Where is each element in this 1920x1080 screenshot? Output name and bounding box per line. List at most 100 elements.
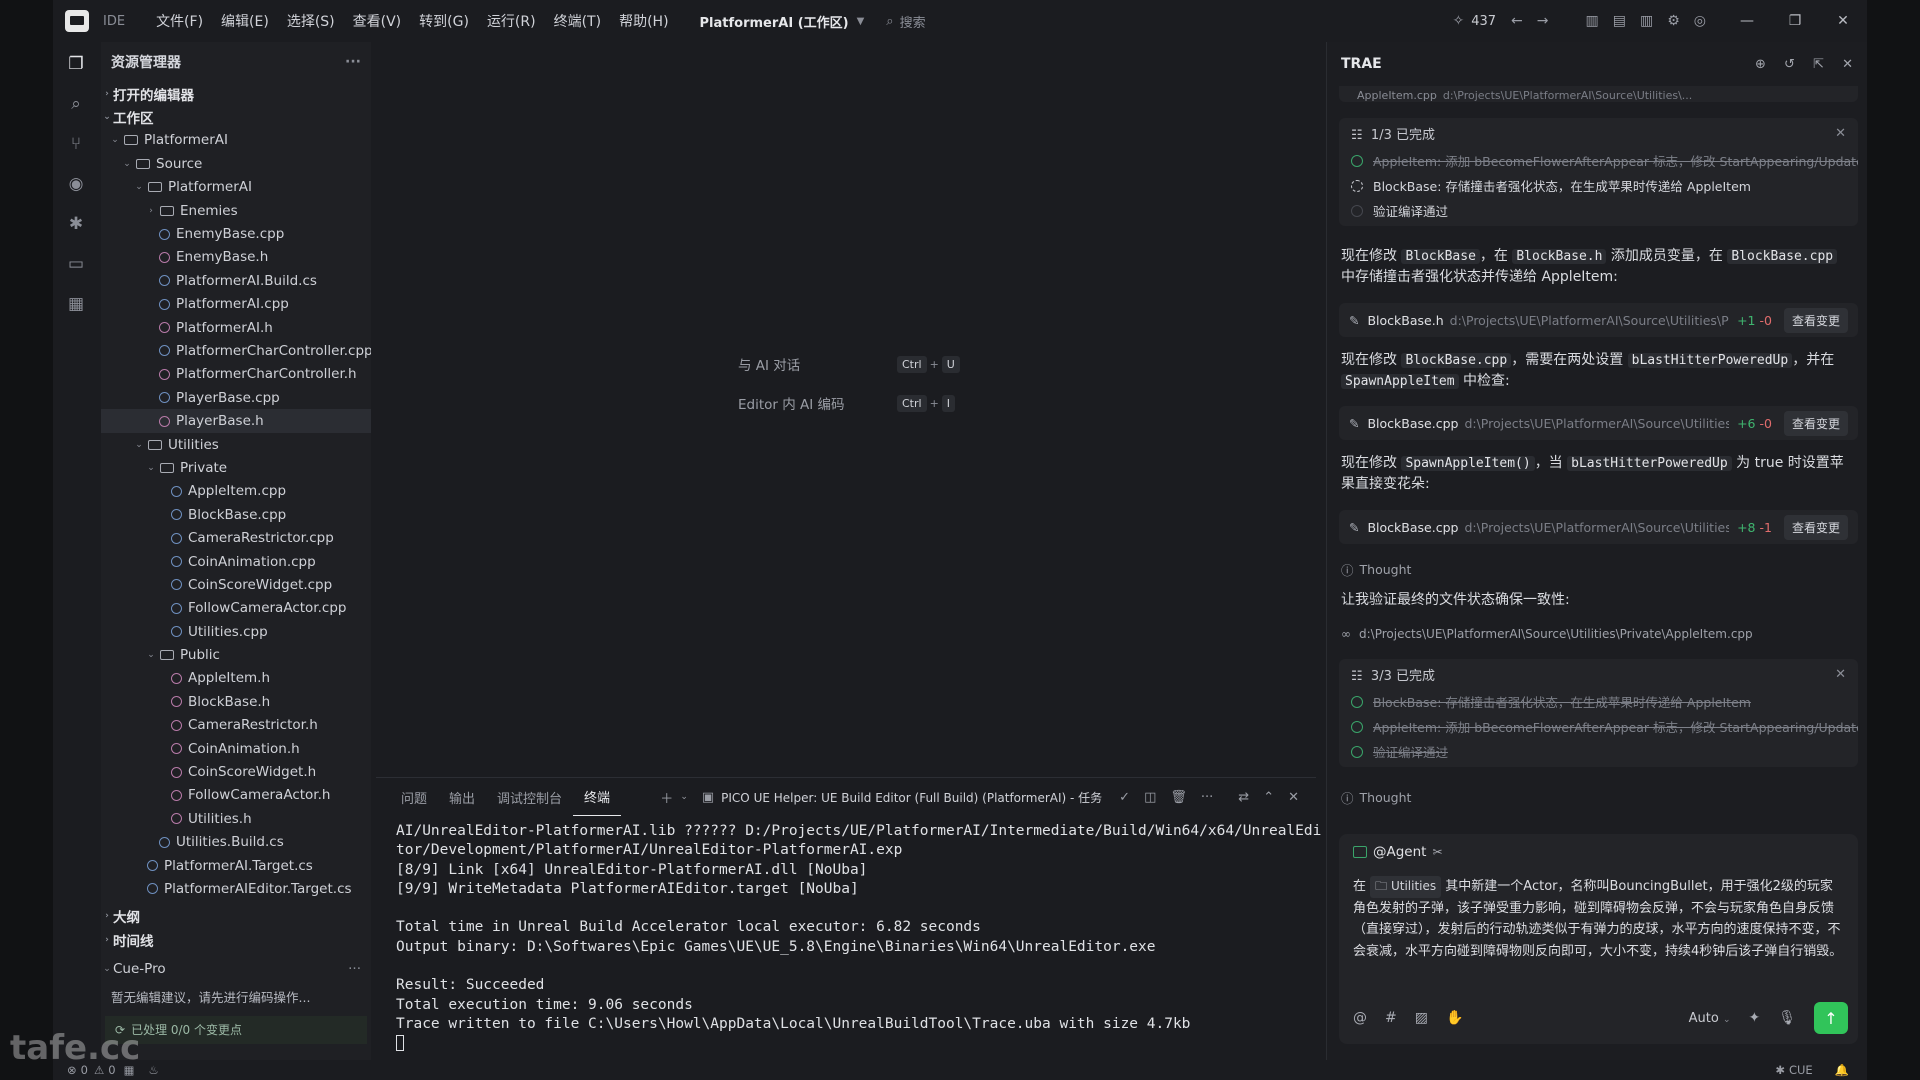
view-changes-button[interactable]: 查看变更 (1783, 514, 1848, 540)
thought-toggle[interactable]: ⓘ Thought (1341, 560, 1411, 579)
more-icon[interactable]: ··· (348, 961, 361, 977)
toggle-sidebar-icon[interactable]: ▥ (1586, 13, 1599, 29)
tree-folder[interactable]: ⌄ PlatformerAI (101, 129, 371, 152)
tree-file[interactable]: PlatformerAI.Target.cs (101, 854, 371, 877)
tab-debug-console[interactable]: 调试控制台 (486, 778, 573, 816)
model-selector[interactable]: Auto ⌄ (1689, 1011, 1731, 1026)
microphone-icon[interactable]: 🎙 (1778, 1010, 1796, 1026)
agent-selector[interactable]: @Agent ✂ (1353, 844, 1443, 860)
tree-file[interactable]: CoinScoreWidget.cpp (101, 573, 371, 596)
tree-file[interactable]: PlatformerAI.cpp (101, 293, 371, 316)
chat-input-text[interactable]: 在 🗀 Utilities 其中新建一个Actor，名称叫BouncingBul… (1353, 876, 1845, 962)
tree-file[interactable]: Utilities.Build.cs (101, 831, 371, 854)
menu-view[interactable]: 查看(V) (344, 11, 411, 31)
tree-folder[interactable]: ⌄ PlatformerAI (101, 176, 371, 199)
tree-folder[interactable]: › Enemies (101, 199, 371, 222)
editor-area[interactable]: 与 AI 对话 Ctrl + U Editor 内 AI 编码 Ctrl + I (376, 42, 1316, 772)
open-editors-section[interactable]: › 打开的编辑器 (101, 82, 371, 105)
tree-folder[interactable]: ⌄ Source (101, 152, 371, 175)
collapse-icon[interactable]: ✕ (1835, 667, 1846, 682)
menu-file[interactable]: 文件(F) (147, 11, 212, 31)
tree-file[interactable]: AppleItem.cpp (101, 480, 371, 503)
tree-file[interactable]: PlatformerCharController.h (101, 363, 371, 386)
menu-run[interactable]: 运行(R) (478, 11, 545, 31)
close-icon[interactable]: ✕ (1288, 790, 1299, 805)
tree-file[interactable]: BlockBase.cpp (101, 503, 371, 526)
tree-file[interactable]: BlockBase.h (101, 690, 371, 713)
tree-file[interactable]: CoinAnimation.h (101, 737, 371, 760)
folder-context-chip[interactable]: 🗀 Utilities (1370, 876, 1442, 898)
send-button[interactable]: ↑ (1814, 1002, 1848, 1034)
mention-icon[interactable]: @ (1353, 1010, 1367, 1026)
tree-file[interactable]: PlatformerAI.h (101, 316, 371, 339)
sparkle-icon[interactable]: ✧ (1452, 13, 1464, 29)
more-icon[interactable]: ··· (1201, 790, 1213, 805)
more-icon[interactable]: ··· (345, 54, 361, 70)
eye-icon[interactable]: ◉ (53, 164, 99, 204)
tree-file[interactable]: Utilities.cpp (101, 620, 371, 643)
trash-icon[interactable]: 🗑 (1170, 790, 1187, 805)
search-files-icon[interactable]: ⌕ (53, 84, 99, 124)
tree-file[interactable]: FollowCameraActor.cpp (101, 597, 371, 620)
cue-status[interactable]: CUE (1789, 1063, 1813, 1077)
file-change-card[interactable]: ✎ BlockBase.cpp d:\Projects\UE\Platforme… (1339, 406, 1858, 440)
swap-icon[interactable]: ⇄ (1238, 790, 1249, 805)
notification-bell-icon[interactable]: 🔔 (1835, 1063, 1849, 1077)
new-chat-icon[interactable]: ⊕ (1755, 57, 1766, 72)
plus-icon[interactable]: ＋ (660, 788, 673, 807)
tree-file[interactable]: CameraRestrictor.h (101, 714, 371, 737)
toggle-panel-icon[interactable]: ▤ (1613, 13, 1626, 29)
todo-header[interactable]: ☷ 1/3 已完成 ✕ (1339, 118, 1858, 148)
tree-file[interactable]: PlatformerAIEditor.Target.cs (101, 877, 371, 900)
collapse-icon[interactable]: ✕ (1835, 126, 1846, 141)
tree-file[interactable]: PlayerBase.h (101, 409, 371, 433)
tree-file[interactable]: EnemyBase.h (101, 246, 371, 269)
remote-icon[interactable]: ▭ (53, 244, 99, 284)
sparkle-icon[interactable]: ✦ (1748, 1010, 1760, 1026)
source-control-icon[interactable]: ⑂ (53, 124, 99, 164)
tab-terminal[interactable]: 终端 (573, 778, 622, 816)
tab-problems[interactable]: 问题 (390, 778, 438, 816)
tree-folder[interactable]: ⌄ Public (101, 643, 371, 666)
close-window-button[interactable]: ✕ (1819, 13, 1867, 29)
tree-file[interactable]: Utilities.h (101, 807, 371, 830)
todo-header[interactable]: ☷ 3/3 已完成 ✕ (1339, 659, 1858, 689)
account-icon[interactable]: ◎ (1694, 13, 1706, 29)
view-changes-button[interactable]: 查看变更 (1783, 307, 1848, 333)
image-icon[interactable]: ▨ (1415, 1010, 1428, 1026)
file-change-card[interactable]: ✎ BlockBase.h d:\Projects\UE\PlatformerA… (1339, 303, 1858, 337)
tree-file[interactable]: CoinScoreWidget.h (101, 760, 371, 783)
read-file-line[interactable]: ∞ d:\Projects\UE\PlatformerAI\Source\Uti… (1341, 627, 1753, 641)
tree-file[interactable]: PlatformerCharController.cpp (101, 339, 371, 362)
explorer-icon[interactable]: ❐ (53, 44, 99, 84)
split-icon[interactable]: ◫ (1144, 790, 1156, 805)
debug-icon[interactable]: ✱ (53, 204, 99, 244)
history-icon[interactable]: ↺ (1784, 57, 1795, 72)
minimize-button[interactable]: — (1723, 13, 1771, 29)
chevron-down-icon[interactable]: ⌄ (680, 792, 688, 802)
timeline-section[interactable]: › 时间线 (101, 928, 371, 951)
tree-file[interactable]: CameraRestrictor.cpp (101, 526, 371, 549)
arrow-left-icon[interactable]: ← (1511, 13, 1523, 29)
view-changes-button[interactable]: 查看变更 (1783, 410, 1848, 436)
terminal-task-name[interactable]: PICO UE Helper: UE Build Editor (Full Bu… (721, 789, 1102, 806)
outline-section[interactable]: › 大纲 (101, 905, 371, 928)
tab-output[interactable]: 输出 (438, 778, 486, 816)
hand-icon[interactable]: ✋ (1446, 1010, 1463, 1026)
menu-edit[interactable]: 编辑(E) (212, 11, 278, 31)
chevron-up-icon[interactable]: ⌃ (1263, 790, 1274, 805)
toggle-right-panel-icon[interactable]: ▥ (1640, 13, 1653, 29)
close-icon[interactable]: ✕ (1842, 57, 1853, 72)
menu-goto[interactable]: 转到(G) (410, 11, 478, 31)
tree-file[interactable]: AppleItem.h (101, 667, 371, 690)
maximize-button[interactable]: ❐ (1771, 13, 1819, 29)
file-change-card-clipped[interactable]: AppleItem.cpp d:\Projects\UE\PlatformerA… (1339, 86, 1858, 102)
settings-gear-icon[interactable]: ⚙ (1667, 13, 1680, 29)
thought-toggle[interactable]: ⓘ Thought (1341, 788, 1411, 807)
tree-file[interactable]: EnemyBase.cpp (101, 222, 371, 245)
tree-file[interactable]: FollowCameraActor.h (101, 784, 371, 807)
pop-out-icon[interactable]: ⇱ (1813, 57, 1824, 72)
tree-file[interactable]: PlayerBase.cpp (101, 386, 371, 409)
menu-select[interactable]: 选择(S) (278, 11, 344, 31)
chevron-down-icon[interactable]: ▼ (857, 16, 865, 27)
